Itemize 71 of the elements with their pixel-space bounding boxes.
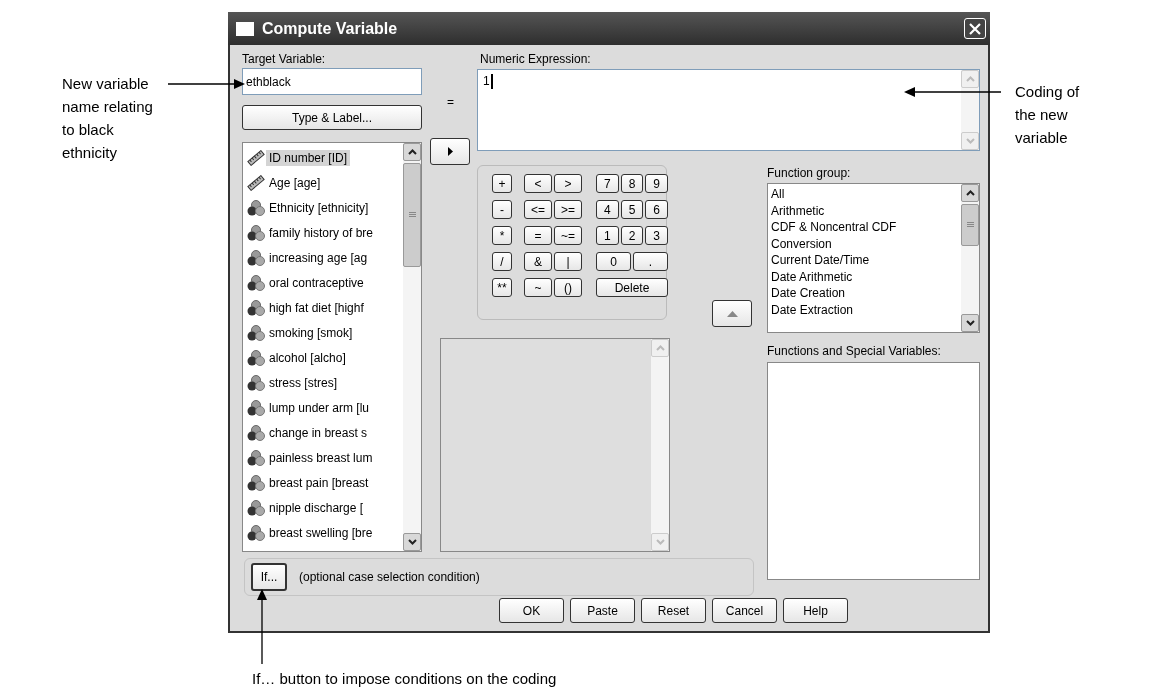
callout-text: New variable name relating to black ethnicity [62,74,154,163]
keypad-key[interactable]: | [554,252,582,271]
keypad-key[interactable]: - [492,200,512,219]
type-label-button[interactable]: Type & Label... [242,105,422,130]
variable-item[interactable]: nipple discharge [ [247,495,403,520]
dialog-button[interactable]: Help [783,598,848,623]
dialog-button[interactable]: Reset [641,598,706,623]
keypad-key[interactable]: 2 [620,226,644,245]
keypad-key[interactable]: . [633,252,668,271]
keypad-key[interactable]: < [524,174,552,193]
variable-item[interactable]: stress [stres] [247,370,403,395]
window-title: Compute Variable [262,19,399,38]
list-label: Functions and Special Variables: [767,343,942,360]
variable-item[interactable]: family history of bre [247,220,403,245]
callout-text: If… button to impose conditions on the coding [252,669,557,689]
dialog-button[interactable]: OK [499,598,564,623]
function-group-item[interactable]: Date Extraction [771,301,958,318]
function-group-item[interactable]: Conversion [771,235,958,252]
if-note: (optional case selection condition) [299,570,480,584]
expression-text: 1 [483,74,490,88]
function-group-item[interactable]: Date Creation [771,285,958,302]
keypad-key[interactable]: 0 [596,252,631,271]
keypad-key[interactable]: 5 [620,200,644,219]
function-group-item[interactable]: Arithmetic [771,202,958,219]
list-label: Function group: [767,165,852,182]
keypad-key[interactable]: 1 [596,226,619,245]
keypad-key[interactable]: + [492,174,512,193]
variable-item[interactable]: increasing age [ag [247,245,403,270]
variable-item[interactable]: Age [age] [247,170,403,195]
keypad-key[interactable]: ~ [524,278,552,297]
dialog-button[interactable]: Cancel [712,598,777,623]
field-label: Target Variable: [242,51,327,68]
dialog-button[interactable]: Paste [570,598,635,623]
keypad-key[interactable]: Delete [596,278,668,297]
keypad-key[interactable]: 3 [645,226,668,245]
function-group-item[interactable]: CDF & Noncentral CDF [771,219,958,236]
keypad-key[interactable]: ~= [554,226,582,245]
variable-item[interactable]: Ethnicity [ethnicity] [247,195,403,220]
keypad-key[interactable]: > [554,174,582,193]
keypad-key[interactable]: >= [554,200,582,219]
keypad-key[interactable]: * [492,226,512,245]
variable-item[interactable]: breast pain [breast [247,470,403,495]
variable-item[interactable]: smoking [smok] [247,320,403,345]
variable-item[interactable]: change in breast s [247,420,403,445]
function-group-item[interactable]: All [771,186,958,203]
keypad-key[interactable]: ** [492,278,512,297]
function-group-item[interactable]: Current Date/Time [771,252,958,269]
expression-field[interactable]: 1 [477,69,980,151]
target-variable-field[interactable]: ethblack [242,68,422,95]
equals-sign: = [447,95,454,109]
keypad-key[interactable]: / [492,252,512,271]
keypad-key[interactable]: 8 [620,174,644,193]
variable-item[interactable]: painless breast lum [247,445,403,470]
variable-item[interactable]: breast swelling [bre [247,520,403,545]
field-label: Numeric Expression: [479,51,592,68]
keypad-key[interactable]: 6 [645,200,668,219]
if-button[interactable]: If... [251,563,287,591]
keypad-key[interactable]: = [524,226,552,245]
keypad-key[interactable]: <= [524,200,552,219]
keypad-key[interactable]: 7 [596,174,619,193]
variable-item[interactable]: high fat diet [highf [247,295,403,320]
keypad-key[interactable]: 9 [645,174,668,193]
keypad-key[interactable]: () [554,278,582,297]
variable-item[interactable]: oral contraceptive [247,270,403,295]
variable-item[interactable]: lump under arm [lu [247,395,403,420]
keypad-key[interactable]: & [524,252,552,271]
callout-text: Coding of the new variable [1015,82,1081,148]
keypad-key[interactable]: 4 [596,200,619,219]
variable-item[interactable]: alcohol [alcho] [247,345,403,370]
variable-item[interactable]: ID number [ID] [247,145,403,170]
function-group-item[interactable]: Date Arithmetic [771,268,958,285]
